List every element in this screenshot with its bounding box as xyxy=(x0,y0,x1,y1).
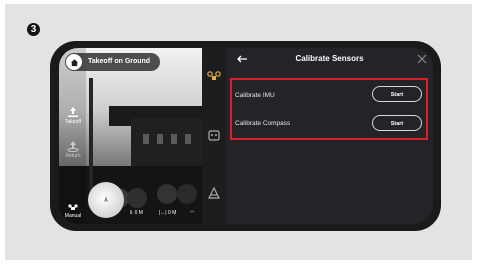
remote-controller-icon[interactable] xyxy=(207,128,221,142)
return-label: Return xyxy=(65,153,81,159)
takeoff-button[interactable]: Takeoff xyxy=(61,106,85,125)
return-home-icon xyxy=(67,141,79,152)
altitude-readout: ⇕ 0 M xyxy=(129,210,143,216)
distance-icon: |↔| xyxy=(159,210,168,216)
aircraft-position-icon xyxy=(104,196,108,202)
close-icon[interactable] xyxy=(417,54,427,64)
drone-mode-icon xyxy=(68,204,78,210)
return-button[interactable]: Return xyxy=(61,140,85,159)
step-number-badge: 3 xyxy=(27,23,40,36)
left-control-rail xyxy=(59,48,86,224)
aircraft-settings-icon[interactable] xyxy=(207,70,221,84)
panel-header: Calibrate Sensors xyxy=(226,48,433,70)
status-pill[interactable]: Takeoff on Ground xyxy=(65,53,160,71)
home-icon[interactable] xyxy=(66,54,82,70)
takeoff-label: Takeoff xyxy=(64,119,82,125)
panel-title: Calibrate Sensors xyxy=(295,54,364,63)
flight-mode-button[interactable]: Manual xyxy=(61,204,85,219)
image-transmission-icon[interactable] xyxy=(207,186,221,200)
takeoff-icon xyxy=(68,107,78,117)
highlight-box xyxy=(230,78,428,140)
speed-gauge-icon: ◠ xyxy=(190,210,195,216)
flight-mode-label: Manual xyxy=(64,213,82,219)
mini-map[interactable] xyxy=(88,182,124,218)
camera-view: Takeoff on Ground Takeoff Return Manual xyxy=(59,48,202,224)
flight-status-label: Takeoff on Ground xyxy=(88,58,151,65)
distance-readout: |↔| 0 M xyxy=(159,210,177,216)
settings-side-tabs xyxy=(202,48,226,224)
